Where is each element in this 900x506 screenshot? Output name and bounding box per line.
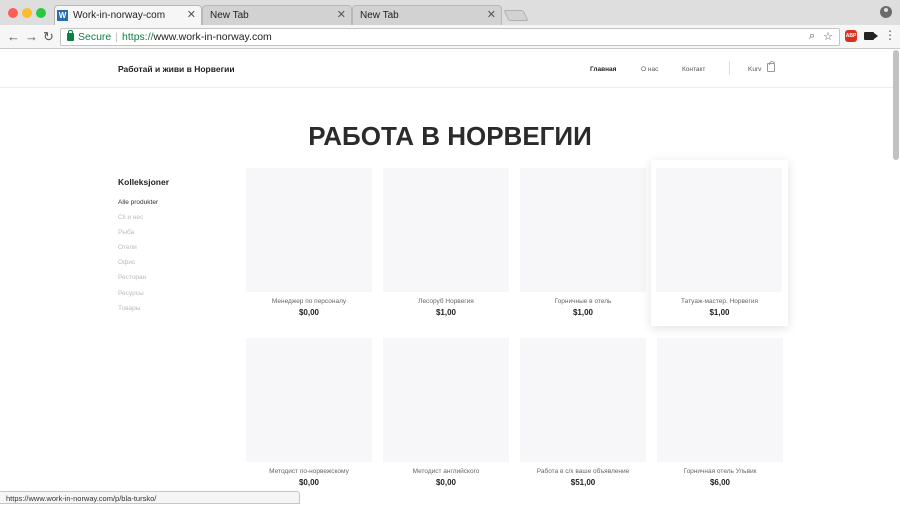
- product-card[interactable]: Методист по-норвежскому $0,00: [246, 338, 372, 487]
- site-favicon-icon: W: [57, 9, 68, 21]
- back-arrow-icon[interactable]: ←: [7, 29, 20, 44]
- nav-link-about[interactable]: О нас: [641, 66, 658, 73]
- collection-link[interactable]: Ресурсы: [118, 290, 144, 297]
- url-host: www.work-in-norway.com: [153, 31, 272, 43]
- collection-link[interactable]: Ресторан: [118, 274, 146, 281]
- product-card[interactable]: Горничная отель Ульвик $6,00: [657, 338, 783, 487]
- cart-link[interactable]: Kurv: [748, 66, 761, 73]
- new-tab-button[interactable]: [503, 10, 529, 21]
- product-image[interactable]: [657, 338, 783, 462]
- url-scheme: https://: [122, 31, 154, 43]
- product-image[interactable]: [656, 168, 782, 292]
- nav-link-home[interactable]: Главная: [590, 66, 616, 73]
- product-name[interactable]: Работа в с/х ваше объявление: [520, 468, 646, 475]
- product-price: $0,00: [298, 478, 320, 487]
- bookmark-star-icon[interactable]: ☆: [823, 30, 833, 43]
- product-name[interactable]: Горничная отель Ульвик: [657, 468, 783, 475]
- page-viewport: Работай и живи в Норвегии Главная О нас …: [0, 50, 900, 506]
- collection-link[interactable]: Товары: [118, 305, 140, 312]
- product-image[interactable]: [246, 168, 372, 292]
- forward-arrow-icon[interactable]: →: [25, 29, 38, 44]
- tab-new-tab-1[interactable]: New Tab ✕: [202, 5, 352, 25]
- product-card[interactable]: Менеджер по персоналу $0,00: [246, 168, 372, 317]
- collection-link[interactable]: Cli и нес: [118, 214, 143, 221]
- tab-work-in-norway[interactable]: W Work-in-norway-com ✕: [54, 5, 202, 25]
- collection-link[interactable]: Офис: [118, 259, 135, 266]
- nav-divider: [729, 61, 730, 75]
- site-header: Работай и живи в Норвегии Главная О нас …: [0, 50, 893, 88]
- product-image[interactable]: [246, 338, 372, 462]
- adblock-extension-icon[interactable]: ABP: [845, 30, 857, 42]
- product-name[interactable]: Менеджер по персоналу: [246, 298, 372, 305]
- tab-title: New Tab: [360, 9, 399, 21]
- product-card[interactable]: Работа в с/х ваше объявление $51,00: [520, 338, 646, 487]
- close-icon[interactable]: ✕: [337, 8, 346, 21]
- tab-title: Work-in-norway-com: [73, 9, 166, 21]
- zoom-search-icon[interactable]: ⌕: [809, 30, 815, 43]
- status-bar-url: https://www.work-in-norway.com/p/bla-tur…: [0, 491, 300, 504]
- reload-icon[interactable]: ↻: [43, 29, 54, 45]
- close-icon[interactable]: ✕: [487, 8, 496, 21]
- product-price: $0,00: [435, 478, 457, 487]
- site-brand[interactable]: Работай и живи в Норвегии: [118, 64, 235, 74]
- product-price: $6,00: [709, 478, 731, 487]
- product-price: $1,00: [709, 308, 730, 317]
- secure-label: Secure: [78, 31, 112, 43]
- nav-link-contact[interactable]: Контакт: [682, 66, 705, 73]
- collection-link-all[interactable]: Alle produkter: [118, 199, 158, 206]
- page-title: РАБОТА В НОРВЕГИИ: [308, 121, 592, 151]
- product-price: $0,00: [298, 308, 320, 317]
- product-image[interactable]: [520, 168, 646, 292]
- browser-menu-icon[interactable]: ⋮: [884, 29, 896, 41]
- product-price: $1,00: [572, 308, 594, 317]
- address-bar[interactable]: Secure | https:// www.work-in-norway.com…: [60, 28, 840, 46]
- lock-icon: [67, 30, 74, 41]
- page-scrollbar[interactable]: [893, 50, 899, 160]
- shopping-bag-icon[interactable]: [767, 61, 775, 72]
- profile-icon[interactable]: [880, 6, 892, 18]
- product-card[interactable]: Горничные в отель $1,00: [520, 168, 646, 317]
- collection-link[interactable]: Рыба: [118, 229, 134, 236]
- product-name[interactable]: Татуаж-мастер. Норвегия: [656, 298, 783, 305]
- product-name[interactable]: Методист по-норвежскому: [246, 468, 372, 475]
- tab-new-tab-2[interactable]: New Tab ✕: [352, 5, 502, 25]
- address-separator: |: [115, 31, 119, 43]
- product-card-hovered[interactable]: Татуаж-мастер. Норвегия $1,00: [651, 160, 788, 326]
- product-image[interactable]: [383, 338, 509, 462]
- product-card[interactable]: Методист английского $0,00: [383, 338, 509, 487]
- product-card[interactable]: Лесоруб Норвегия $1,00: [383, 168, 509, 317]
- product-price: $51,00: [570, 478, 596, 487]
- product-name[interactable]: Горничные в отель: [520, 298, 646, 305]
- video-camera-icon[interactable]: [864, 32, 878, 40]
- close-icon[interactable]: ✕: [187, 8, 196, 21]
- tab-title: New Tab: [210, 9, 249, 21]
- maximize-window-button[interactable]: [36, 8, 46, 18]
- browser-toolbar: ← → ↻ Secure | https:// www.work-in-norw…: [0, 25, 900, 49]
- browser-tab-strip: W Work-in-norway-com ✕ New Tab ✕ New Tab…: [0, 0, 900, 25]
- product-image[interactable]: [383, 168, 509, 292]
- minimize-window-button[interactable]: [22, 8, 32, 18]
- product-image[interactable]: [520, 338, 646, 462]
- product-price: $1,00: [435, 308, 457, 317]
- collections-title: Kolleksjoner: [118, 177, 170, 187]
- close-window-button[interactable]: [8, 8, 18, 18]
- product-name[interactable]: Лесоруб Норвегия: [383, 298, 509, 305]
- product-name[interactable]: Методист английского: [383, 468, 509, 475]
- collection-link[interactable]: Отели: [118, 244, 137, 251]
